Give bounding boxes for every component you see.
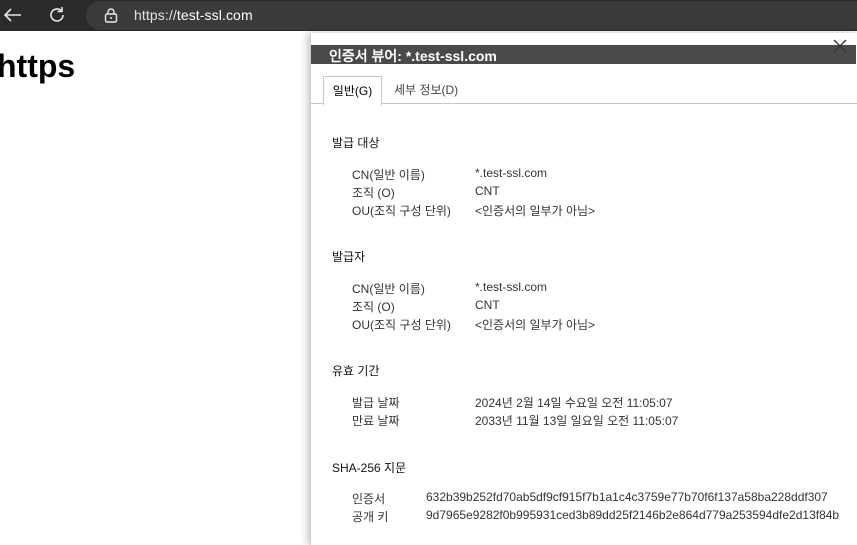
validity-title: 유효 기간 [332,364,380,378]
reload-icon [50,7,64,22]
issued-by-o-value: CNT [475,298,500,312]
tab-strip-divider [311,103,857,104]
issued-to-cn-label: CN(일반 이름) [352,168,425,182]
cert-fingerprint-label: 인증서 [352,492,386,506]
close-icon [833,39,847,53]
lock-icon [104,8,118,23]
reload-button[interactable] [45,4,69,26]
cert-fingerprint-value: 632b39b252fd70ab5df9cf915f7b1a1c4c3759e7… [426,490,828,504]
expiry-date-value: 2033년 11월 13일 일요일 오전 11:05:07 [475,414,679,428]
site-info-button[interactable] [103,7,119,23]
issued-to-ou-label: OU(조직 구성 단위) [352,204,451,218]
issued-date-label: 발급 날짜 [352,396,400,410]
issued-by-o-label: 조직 (O) [352,300,395,314]
issued-to-o-label: 조직 (O) [352,186,395,200]
issued-to-ou-value: <인증서의 일부가 아님> [475,204,596,218]
issued-by-cn-value: *.test-ssl.com [475,280,548,294]
browser-toolbar: https://test-ssl.com [0,0,857,31]
issued-to-title: 발급 대상 [332,136,380,150]
dialog-title: 인증서 뷰어: *.test-ssl.com [329,48,497,64]
dialog-title-bar: 인증서 뷰어: *.test-ssl.com [311,33,857,64]
tab-details[interactable]: 세부 정보(D) [394,76,458,104]
close-button[interactable] [831,37,849,55]
issued-by-cn-label: CN(일반 이름) [352,282,425,296]
issued-by-ou-value: <인증서의 일부가 아님> [475,318,596,332]
back-button[interactable] [1,4,25,26]
certificate-viewer-dialog: 인증서 뷰어: *.test-ssl.com 일반(G) 세부 정보(D) 발급… [310,33,857,545]
issued-by-ou-label: OU(조직 구성 단위) [352,318,451,332]
pubkey-fingerprint-value: 9d7965e9282f0b995931ced3b89dd25f2146b2e8… [426,508,840,522]
pubkey-fingerprint-label: 공개 키 [352,510,389,524]
url-host: test-ssl.com [176,7,253,23]
url-text[interactable]: https://test-ssl.com [134,7,253,23]
url-scheme: https:// [134,7,177,23]
issued-by-title: 발급자 [332,250,366,264]
issued-to-o-value: CNT [475,184,500,198]
fingerprint-title: SHA-256 지문 [332,461,407,475]
page-heading: https [0,48,76,84]
tab-general[interactable]: 일반(G) [323,76,382,106]
issued-date-value: 2024년 2월 14일 수요일 오전 11:05:07 [475,396,673,410]
issued-to-cn-value: *.test-ssl.com [475,166,548,180]
expiry-date-label: 만료 날짜 [352,414,400,428]
arrow-left-icon [4,8,21,22]
